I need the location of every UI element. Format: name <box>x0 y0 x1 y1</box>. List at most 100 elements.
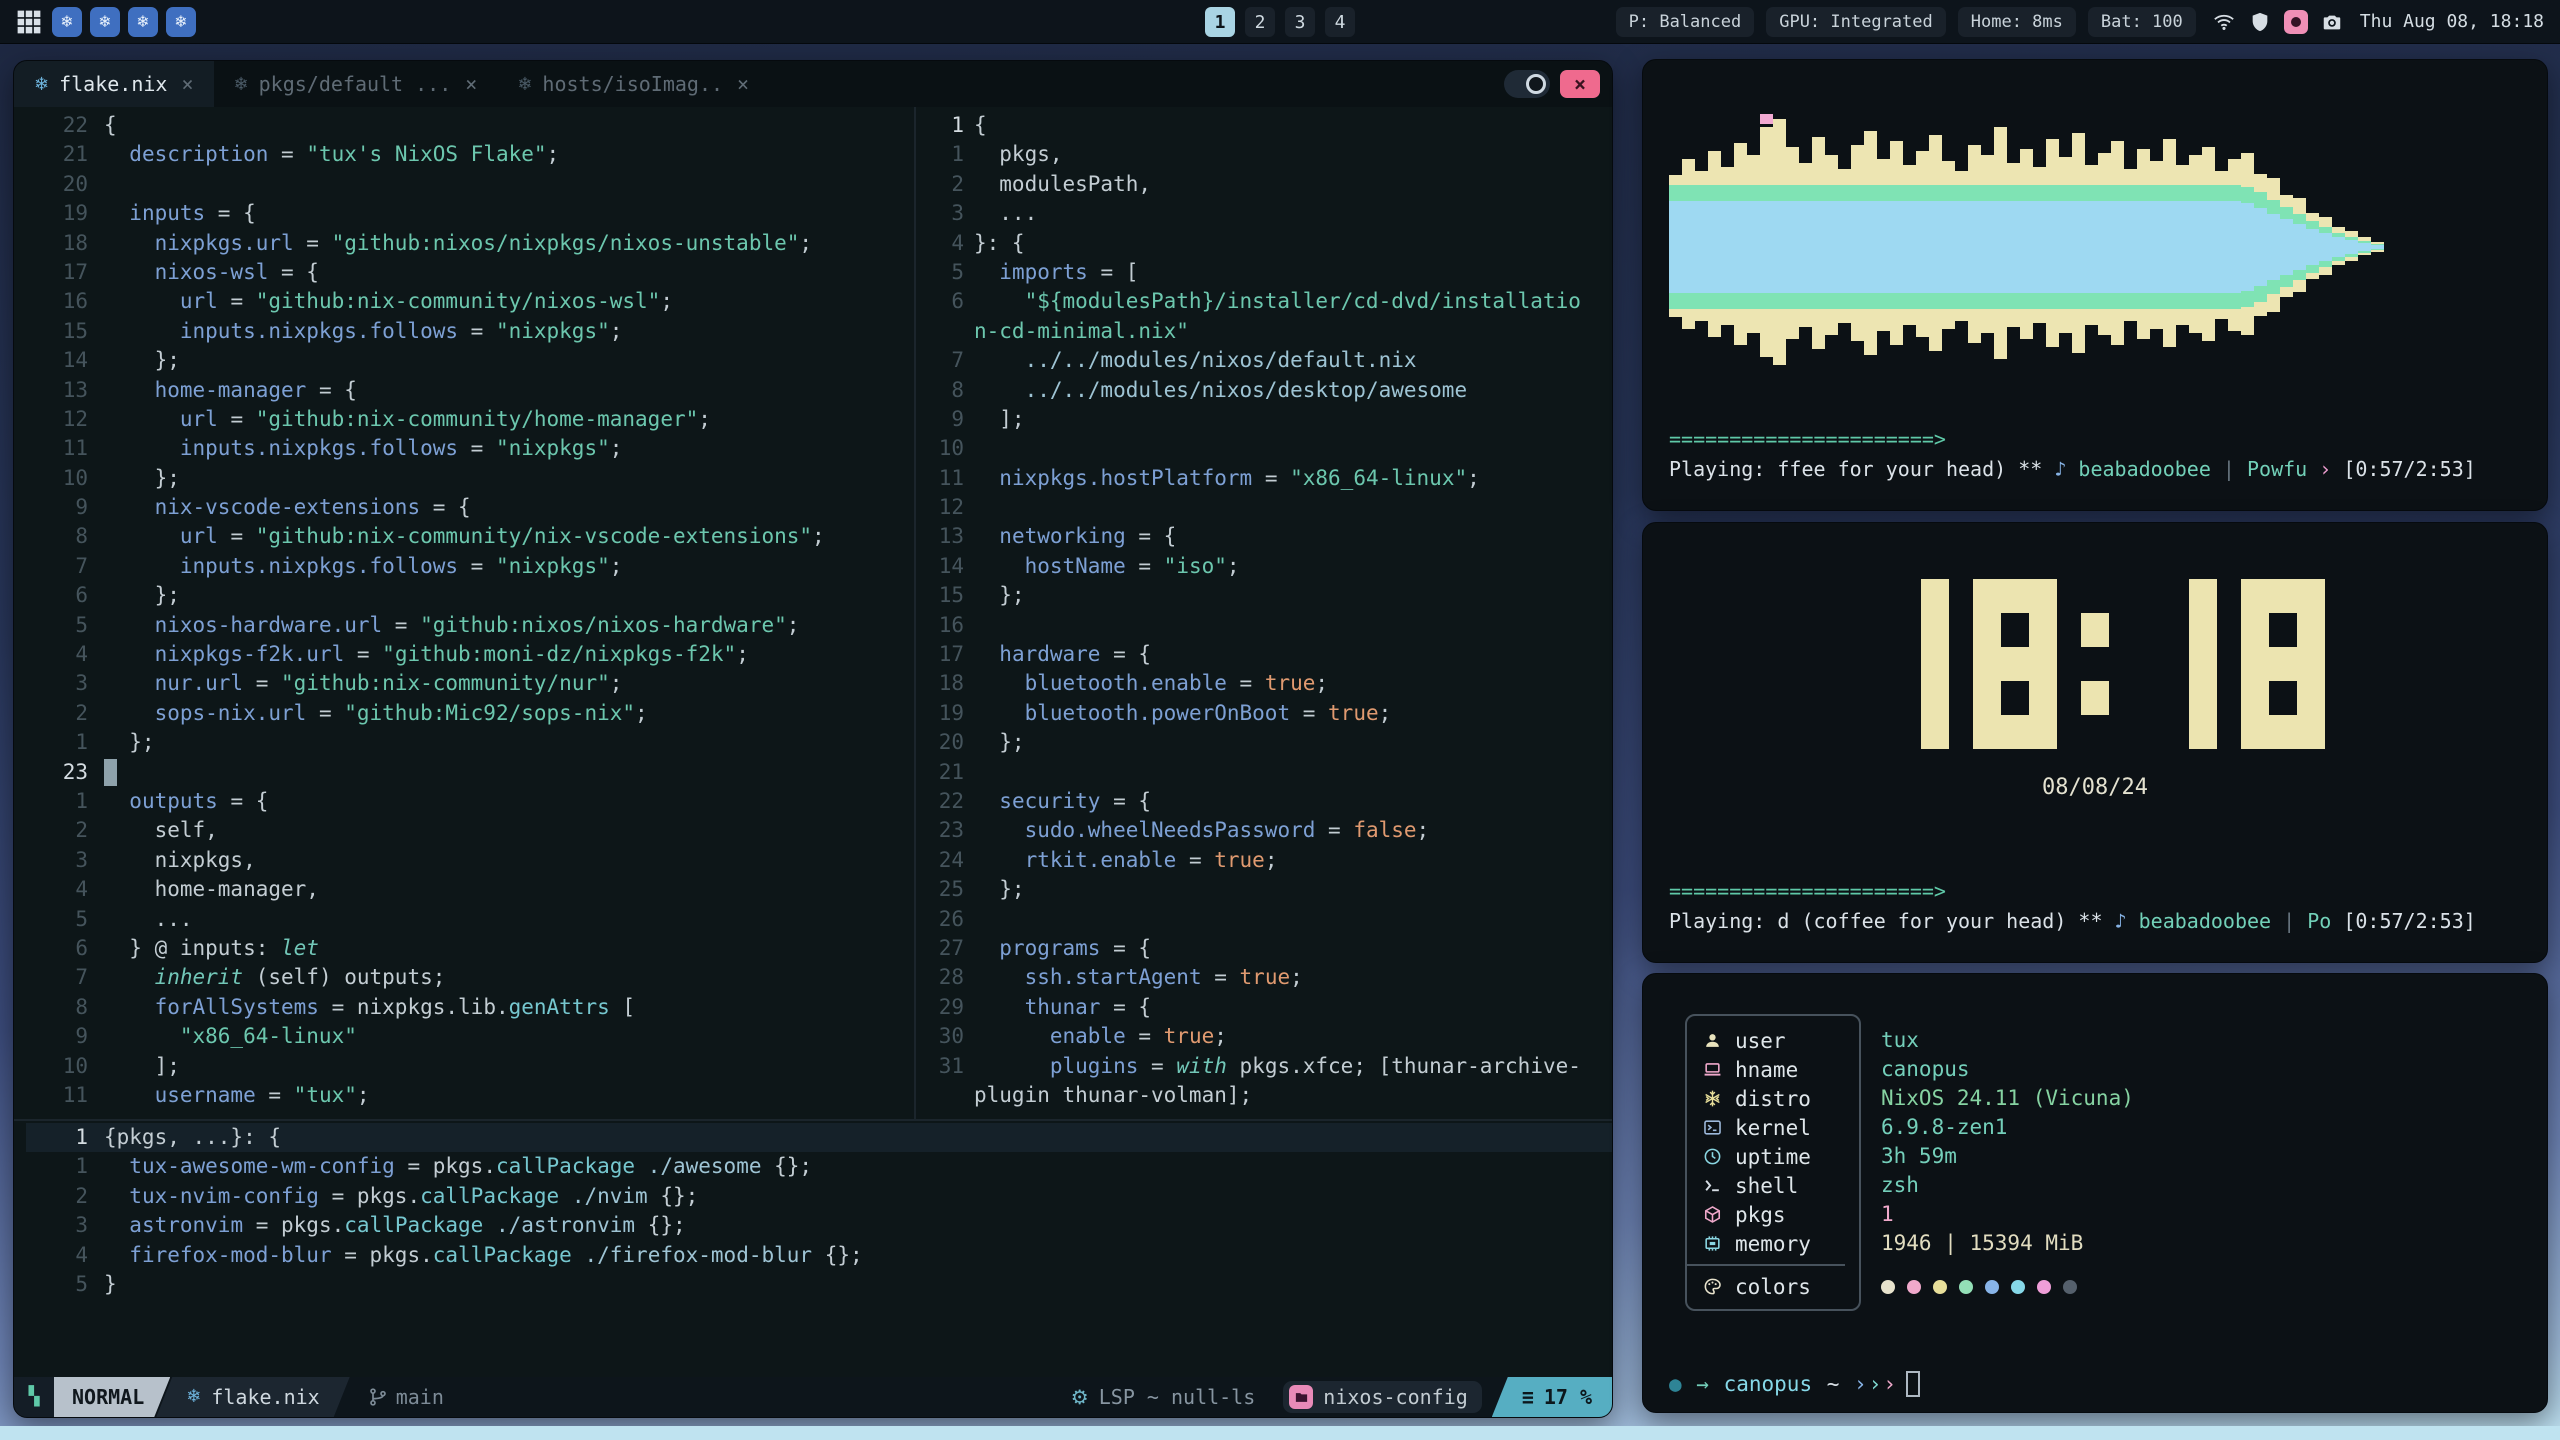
wave-bottom-half <box>2397 247 2410 417</box>
color-dot-1 <box>1881 1280 1895 1294</box>
line-number: 17 <box>26 258 88 287</box>
wave-column <box>1825 77 1838 417</box>
wave-column <box>1747 77 1760 417</box>
project-name: nixos-config <box>1323 1377 1468 1417</box>
wave-band <box>1812 293 1825 309</box>
editor-tab-3[interactable]: ❄hosts/isoImag..× <box>497 61 769 107</box>
wave-band <box>2176 293 2189 309</box>
fetch-divider <box>1687 1264 1845 1266</box>
scroll-percent: 17 % <box>1544 1377 1592 1417</box>
tag-4[interactable]: 4 <box>1325 7 1355 37</box>
wave-core <box>1747 247 1760 293</box>
code-line: 10 <box>924 434 1612 463</box>
code-text: } <box>104 1270 117 1299</box>
tab-close-icon[interactable]: × <box>737 72 749 96</box>
code-text: programs = { <box>974 934 1151 963</box>
clock-cell <box>2081 681 2109 715</box>
wave-column <box>1760 77 1773 417</box>
wave-bottom-half <box>2046 247 2059 417</box>
wave-band <box>1799 185 1812 201</box>
workspace-badge-2[interactable]: ❄ <box>90 7 120 37</box>
camera-icon[interactable] <box>2320 10 2344 34</box>
line-number: 3 <box>26 846 88 875</box>
wave-core <box>1812 247 1825 293</box>
wave-top-half <box>2436 77 2449 247</box>
tag-1[interactable]: 1 <box>1205 7 1235 37</box>
code-line: 6 }; <box>26 581 914 610</box>
wave-bottom-half <box>2280 247 2293 417</box>
clock-cell <box>2161 647 2189 681</box>
wave-band <box>1851 185 1864 201</box>
line-number: 29 <box>924 993 964 1022</box>
editor-tab-1[interactable]: ❄flake.nix× <box>14 61 214 107</box>
clock-cell <box>2001 681 2029 715</box>
wave-bottom-half <box>2033 247 2046 417</box>
shield-icon[interactable] <box>2248 10 2272 34</box>
wave-band <box>1968 293 1981 309</box>
tab-close-icon[interactable]: × <box>181 72 193 96</box>
editor-tab-2[interactable]: ❄pkgs/default ...× <box>214 61 498 107</box>
clock-cell <box>2269 613 2297 647</box>
toggle-switch[interactable] <box>1504 70 1550 98</box>
prompt-segment: → <box>1684 1372 1722 1396</box>
clock-cell <box>1973 579 2001 613</box>
workspace-badge-3[interactable]: ❄ <box>128 7 158 37</box>
wave-spike <box>2033 167 2046 185</box>
line-number: 19 <box>924 699 964 728</box>
wave-core <box>1708 247 1721 293</box>
pane-iso-config[interactable]: 1{1 pkgs,2 modulesPath,3 ...4}: {5 impor… <box>916 107 1612 1119</box>
code-text: nixpkgs.url = "github:nixos/nixpkgs/nixo… <box>104 229 812 258</box>
shell-prompt[interactable]: ● → canopus ~ ››› <box>1643 1370 2547 1412</box>
wave-bottom-half <box>2189 247 2202 417</box>
wave-core <box>1851 201 1864 247</box>
tag-3[interactable]: 3 <box>1285 7 1315 37</box>
tray-icons <box>2212 10 2344 34</box>
wave-core <box>2020 201 2033 247</box>
clock-cell <box>2081 613 2109 647</box>
color-dot-5 <box>1985 1280 1999 1294</box>
wifi-icon[interactable] <box>2212 10 2236 34</box>
wave-core <box>2254 247 2267 286</box>
tab-close-icon[interactable]: × <box>465 72 477 96</box>
wave-band <box>1942 185 1955 201</box>
wave-top-half <box>2059 77 2072 247</box>
wave-core <box>2202 201 2215 247</box>
line-number: 14 <box>26 346 88 375</box>
wave-spike <box>1877 159 1890 185</box>
line-number: 24 <box>924 846 964 875</box>
os-icon: ● <box>1669 1372 1682 1396</box>
wave-column <box>2332 77 2345 417</box>
wave-band <box>2306 221 2319 229</box>
pane-flake-nix[interactable]: 22{21 description = "tux's NixOS Flake";… <box>14 107 914 1119</box>
workspace-badge-1[interactable]: ❄ <box>52 7 82 37</box>
tag-2[interactable]: 2 <box>1245 7 1275 37</box>
fetch-row-user: user <box>1701 1026 1859 1055</box>
code-text: }; <box>974 728 1025 757</box>
line-number: 8 <box>26 522 88 551</box>
code-line: 15 inputs.nixpkgs.follows = "nixpkgs"; <box>26 317 914 346</box>
wave-column <box>1916 77 1929 417</box>
clock-cell <box>1921 715 1949 749</box>
wave-top-half <box>2332 77 2345 247</box>
wave-core <box>1760 247 1773 293</box>
code-line: 2 sops-nix.url = "github:Mic92/sops-nix"… <box>26 699 914 728</box>
screenshot-tool-icon[interactable] <box>2284 10 2308 34</box>
clock-cell <box>2241 681 2269 715</box>
line-number: 7 <box>26 552 88 581</box>
wave-column <box>1695 77 1708 417</box>
wave-band <box>1721 293 1734 309</box>
window-close-button[interactable]: × <box>1560 70 1600 98</box>
clock-cell <box>2241 715 2269 749</box>
fetch-grid: userhnamedistrokerneluptimeshellpkgsmemo… <box>1685 1014 2521 1311</box>
wave-spike <box>2176 309 2189 325</box>
clock-cell <box>2133 647 2161 681</box>
wave-spike <box>2124 309 2137 321</box>
wave-band <box>2241 291 2254 307</box>
code-text: self, <box>104 816 218 845</box>
person-icon <box>1701 1030 1723 1052</box>
wave-core <box>1669 201 1682 247</box>
app-launcher-icon[interactable] <box>16 9 42 35</box>
pane-pkgs-default[interactable]: 1{pkgs, ...}: {1 tux-awesome-wm-config =… <box>14 1121 1612 1377</box>
wave-band <box>1747 185 1760 201</box>
workspace-badge-4[interactable]: ❄ <box>166 7 196 37</box>
